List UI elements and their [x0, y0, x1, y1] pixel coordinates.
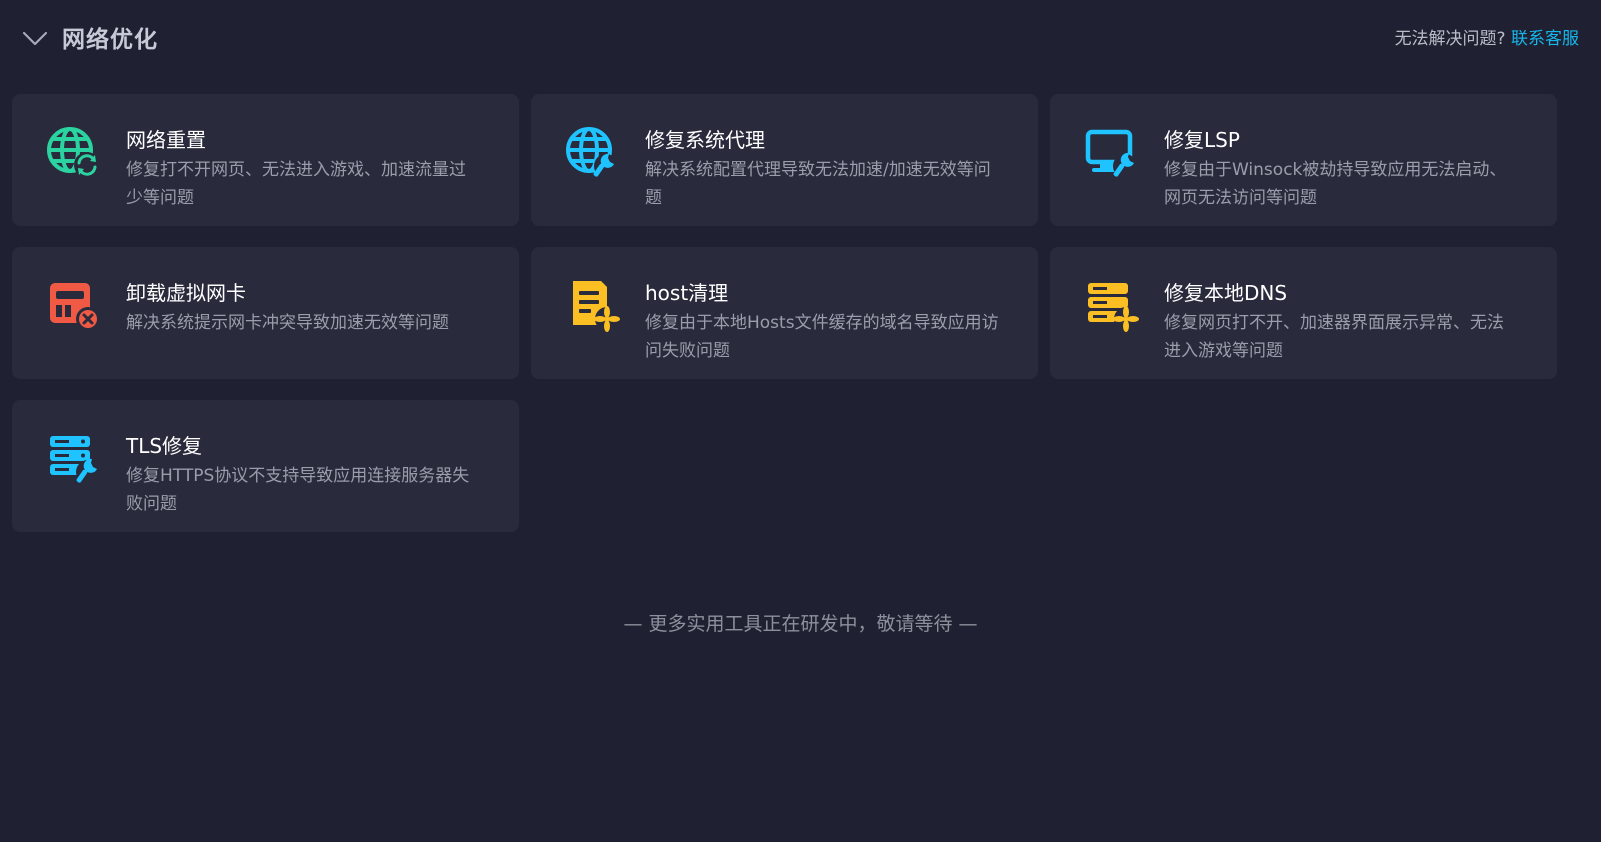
section-header: 网络优化 无法解决问题? 联系客服	[0, 0, 1601, 72]
help-area: 无法解决问题? 联系客服	[1395, 24, 1579, 49]
footer-note: — 更多实用工具正在研发中，敬请等待 —	[623, 613, 978, 635]
card-title: 修复LSP	[1164, 128, 1240, 152]
globe-refresh-icon	[47, 127, 100, 178]
card-title: 修复本地DNS	[1164, 281, 1288, 305]
help-text: 无法解决问题?	[1394, 29, 1506, 49]
globe-wrench-icon	[566, 127, 618, 178]
tool-card-tls-repair[interactable]: TLS修复 修复HTTPS协议不支持导致应用连接服务器失败问题	[12, 400, 519, 532]
card-title: host清理	[645, 281, 729, 305]
card-title: 修复系统代理	[645, 128, 765, 152]
tool-card-network-reset[interactable]: 网络重置 修复打不开网页、无法进入游戏、加速流量过少等问题	[12, 94, 519, 226]
tool-card-uninstall-virtual-nic[interactable]: 卸载虚拟网卡 解决系统提示网卡冲突导致加速无效等问题	[12, 247, 519, 379]
card-description: 解决系统提示网卡冲突导致加速无效等问题	[126, 313, 449, 333]
card-description: 修复网页打不开、加速器界面展示异常、无法进入游戏等问题	[1164, 313, 1504, 361]
monitor-wrench-icon	[1085, 129, 1137, 178]
tool-card-fix-lsp[interactable]: 修复LSP 修复由于Winsock被劫持导致应用无法启动、网页无法访问等问题	[1050, 94, 1557, 226]
network-card-remove-icon	[50, 283, 100, 331]
card-description: 修复由于Winsock被劫持导致应用无法启动、网页无法访问等问题	[1164, 160, 1507, 208]
section-title: 网络优化	[62, 27, 158, 53]
tool-card-host-cleanup[interactable]: host清理 修复由于本地Hosts文件缓存的域名导致应用访问失败问题	[531, 247, 1038, 379]
document-fan-icon	[573, 281, 620, 332]
network-optimization-page: 网络优化 无法解决问题? 联系客服 网络重置 修复打不开网页、无法进入游戏、加速…	[0, 0, 1601, 842]
card-description: 修复打不开网页、无法进入游戏、加速流量过少等问题	[126, 160, 466, 208]
card-title: TLS修复	[126, 434, 203, 458]
card-title: 网络重置	[126, 128, 206, 152]
card-description: 解决系统配置代理导致无法加速/加速无效等问题	[645, 160, 991, 208]
card-title: 卸载虚拟网卡	[126, 281, 246, 305]
chevron-down-icon[interactable]	[22, 27, 48, 49]
tool-card-fix-local-dns[interactable]: 修复本地DNS 修复网页打不开、加速器界面展示异常、无法进入游戏等问题	[1050, 247, 1557, 379]
card-description: 修复HTTPS协议不支持导致应用连接服务器失败问题	[126, 466, 470, 514]
contact-support-link[interactable]: 联系客服	[1511, 29, 1579, 49]
card-description: 修复由于本地Hosts文件缓存的域名导致应用访问失败问题	[645, 313, 999, 361]
tool-card-fix-system-proxy[interactable]: 修复系统代理 解决系统配置代理导致无法加速/加速无效等问题	[531, 94, 1038, 226]
server-wrench-icon	[50, 436, 100, 484]
server-fan-icon	[1088, 283, 1139, 332]
